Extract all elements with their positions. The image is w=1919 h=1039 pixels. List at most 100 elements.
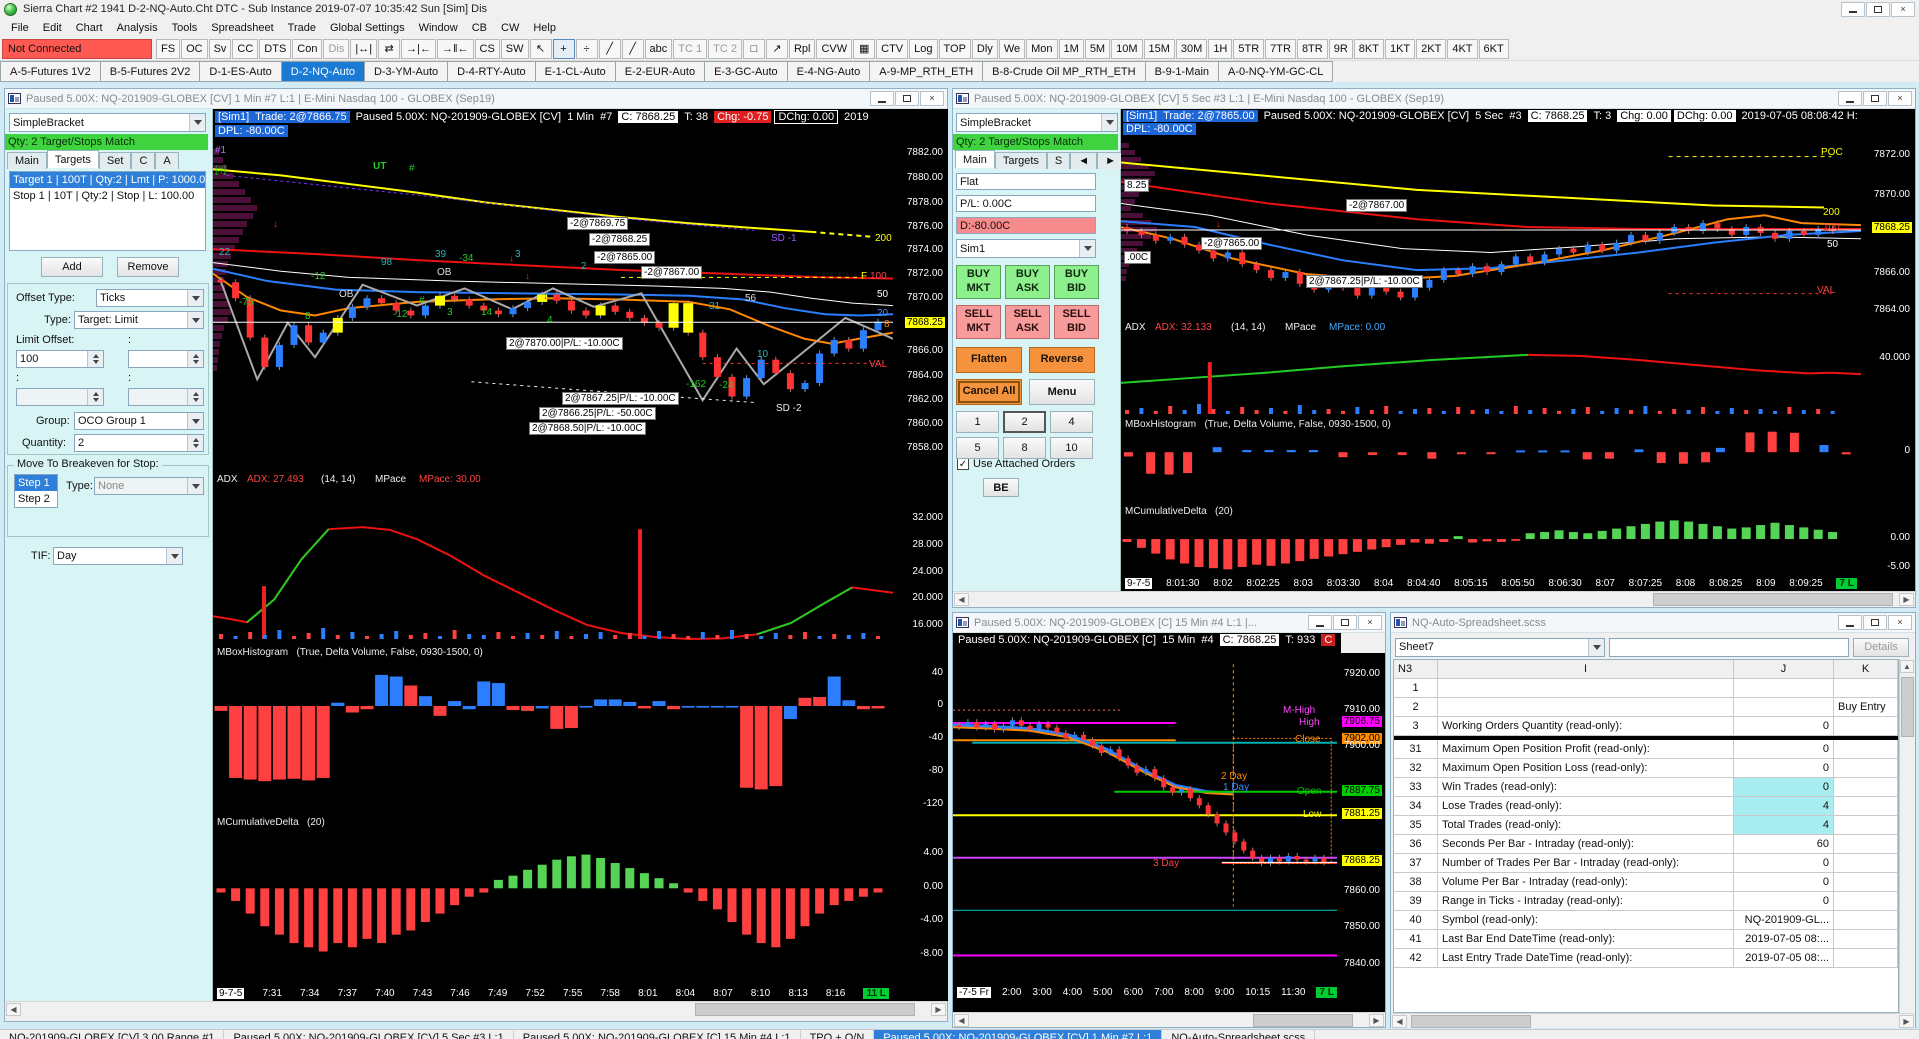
menu-item-global-settings[interactable]: Global Settings	[323, 20, 412, 36]
chartbook-tab-e-2-eur-auto[interactable]: E-2-EUR-Auto	[615, 61, 706, 82]
row-number[interactable]: 32	[1394, 759, 1438, 777]
minimize-button[interactable]	[1838, 615, 1862, 630]
rectangle-tool-icon[interactable]: □	[742, 38, 765, 59]
quantity-input[interactable]: 2	[74, 434, 204, 452]
taskbar-item[interactable]: Paused 5.00X: NQ-201909-GLOBEX [C] 15 Mi…	[514, 1030, 801, 1039]
toolbar-button-fs[interactable]: FS	[156, 38, 181, 59]
panel-tab-c[interactable]: C	[131, 152, 156, 169]
toolbar-button-mon[interactable]: Mon	[1026, 38, 1058, 59]
breakeven-type-dropdown[interactable]: None	[94, 477, 204, 495]
menu-item-analysis[interactable]: Analysis	[110, 20, 165, 36]
horizontal-scrollbar[interactable]: ◀ ▶	[5, 1001, 947, 1016]
row-number[interactable]: 3	[1394, 717, 1438, 735]
toolbar-button-8kt[interactable]: 8KT	[1353, 38, 1384, 59]
maximize-button[interactable]	[1863, 91, 1887, 106]
reverse-button[interactable]: Reverse	[1029, 347, 1095, 373]
ray-icon[interactable]: ╱	[621, 38, 644, 59]
table-cell[interactable]	[1834, 778, 1898, 796]
breakeven-step-item[interactable]: Step 2	[15, 491, 57, 507]
scale-expand-icon[interactable]: |↔|	[350, 38, 378, 59]
sell-ask-button[interactable]: SELL ASK	[1005, 305, 1050, 339]
taskbar-item[interactable]: Paused 5.00X: NQ-201909-GLOBEX [CV] 1 Mi…	[874, 1030, 1163, 1039]
price-scale[interactable]: 7882.00 7880.00 7878.00 7876.00 7874.00 7872.…	[893, 109, 948, 1001]
chartbook-tab-a-9-mp-rth-eth[interactable]: A-9-MP_RTH_ETH	[870, 61, 984, 82]
close-button[interactable]: ×	[920, 91, 944, 106]
taskbar-item[interactable]: NQ-Auto-Spreadsheet.scss	[1162, 1030, 1316, 1039]
table-cell[interactable]: NQ-201909-GL...	[1734, 911, 1834, 929]
table-cell[interactable]: 0	[1734, 892, 1834, 910]
sell-bid-button[interactable]: SELL BID	[1054, 305, 1099, 339]
scroll-up-arrow[interactable]: ▲	[1900, 660, 1914, 673]
tif-dropdown[interactable]: Day	[53, 547, 183, 565]
maximize-button[interactable]	[1863, 615, 1887, 630]
table-cell[interactable]	[1834, 740, 1898, 758]
window-titlebar[interactable]: NQ-Auto-Spreadsheet.scss ×	[1391, 613, 1915, 633]
table-cell[interactable]: 2019-07-05 08:...	[1734, 930, 1834, 948]
toolbar-button-7tr[interactable]: 7TR	[1265, 38, 1296, 59]
breakeven-button[interactable]: BE	[983, 478, 1019, 497]
table-cell[interactable]: 0	[1734, 778, 1834, 796]
chartbook-tab-e-4-ng-auto[interactable]: E-4-NG-Auto	[787, 61, 871, 82]
toolbar-button-10m[interactable]: 10M	[1111, 38, 1143, 59]
table-cell[interactable]	[1734, 679, 1834, 697]
table-cell[interactable]: Total Trades (read-only):	[1438, 816, 1734, 834]
squeeze2-icon[interactable]: →‖←	[436, 38, 474, 59]
order-label[interactable]: .00C	[1124, 251, 1152, 264]
formula-input[interactable]	[1609, 637, 1849, 657]
table-cell[interactable]: Buy Entry	[1834, 698, 1898, 716]
table-cell[interactable]: Working Orders Quantity (read-only):	[1438, 717, 1734, 735]
price-scale[interactable]: 7872.00 7870.00 7868.25 7866.00 7864.00 40.00…	[1861, 109, 1915, 591]
panel-tab-a[interactable]: A	[155, 152, 179, 169]
menu-item-tools[interactable]: Tools	[165, 20, 205, 36]
table-cell[interactable]: 0	[1734, 854, 1834, 872]
chartbook-tab-d-1-es-auto[interactable]: D-1-ES-Auto	[200, 61, 282, 82]
table-cell[interactable]	[1834, 911, 1898, 929]
flatten-button[interactable]: Flatten	[956, 347, 1022, 373]
row-number[interactable]: 35	[1394, 816, 1438, 834]
table-cell[interactable]	[1438, 679, 1734, 697]
quantity-preset-2[interactable]: 2	[1003, 411, 1046, 433]
app-close-button[interactable]: ×	[1891, 1, 1915, 17]
column-header-k[interactable]: K	[1834, 660, 1898, 678]
table-cell[interactable]: Maximum Open Position Loss (read-only):	[1438, 759, 1734, 777]
toolbar-button-6kt[interactable]: 6KT	[1478, 38, 1509, 59]
buy-ask-button[interactable]: BUY ASK	[1005, 265, 1050, 299]
toolbar-button-we[interactable]: We	[998, 38, 1026, 59]
taskbar-item[interactable]: Paused 5.00X: NQ-201909-GLOBEX [CV] 5 Se…	[224, 1030, 514, 1039]
scroll-right-arrow[interactable]: ▶	[931, 1003, 946, 1016]
scroll-left-arrow[interactable]: ◀	[1392, 1015, 1407, 1028]
menu-item-window[interactable]: Window	[412, 20, 465, 36]
menu-button[interactable]: Menu	[1029, 379, 1095, 405]
scroll-right-arrow[interactable]: ▶	[1899, 1015, 1914, 1028]
toolbar-button-4kt[interactable]: 4KT	[1447, 38, 1478, 59]
scroll-right-arrow[interactable]: ▶	[1369, 1014, 1384, 1027]
trendline-icon[interactable]: ╱	[598, 38, 621, 59]
table-cell[interactable]: Seconds Per Bar - Intraday (read-only):	[1438, 835, 1734, 853]
squeeze-icon[interactable]: →|←	[401, 38, 436, 59]
scroll-left-arrow[interactable]: ◀	[954, 593, 969, 606]
panel-tab-main[interactable]: Main	[955, 150, 995, 168]
panel-tab-targets[interactable]: Targets	[994, 152, 1047, 169]
table-cell[interactable]	[1438, 698, 1734, 716]
order-label[interactable]: 2@7866.25|P/L: -50.00C	[539, 407, 656, 420]
table-cell[interactable]: Volume Per Bar - Intraday (read-only):	[1438, 873, 1734, 891]
scroll-left-arrow[interactable]: ◀	[6, 1003, 21, 1016]
table-cell[interactable]: Symbol (read-only):	[1438, 911, 1734, 929]
column-header-n3[interactable]: N3	[1394, 660, 1438, 678]
toolbar-button-dly[interactable]: Dly	[971, 38, 998, 59]
row-number[interactable]: 40	[1394, 911, 1438, 929]
minimize-button[interactable]	[1838, 91, 1862, 106]
add-button[interactable]: Add	[41, 257, 103, 277]
column-header-i[interactable]: I	[1438, 660, 1734, 678]
order-label[interactable]: 2@7867.25|P/L: -10.00C	[562, 392, 679, 405]
quantity-preset-4[interactable]: 4	[1050, 411, 1093, 433]
table-cell[interactable]	[1834, 949, 1898, 967]
table-cell[interactable]: Range in Ticks - Intraday (read-only):	[1438, 892, 1734, 910]
chartbook-tab-d-2-nq-auto[interactable]: D-2-NQ-Auto	[281, 61, 365, 82]
table-cell[interactable]	[1834, 717, 1898, 735]
table-cell[interactable]	[1734, 698, 1834, 716]
chartbook-tab-e-1-cl-auto[interactable]: E-1-CL-Auto	[535, 61, 616, 82]
menu-item-cw[interactable]: CW	[494, 20, 526, 36]
chart-area-5sec[interactable]: [Sim1] Trade: 2@7865.00 Paused 5.00X: NQ-…	[1121, 109, 1861, 591]
window-titlebar[interactable]: Paused 5.00X: NQ-201909-GLOBEX [CV] 5 Se…	[953, 89, 1915, 109]
